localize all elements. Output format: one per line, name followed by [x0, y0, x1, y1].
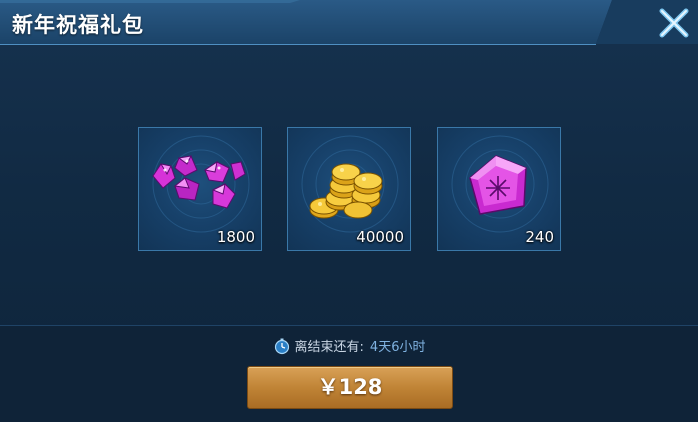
countdown-label: 离结束还有:	[294, 340, 364, 355]
stopwatch-icon	[274, 338, 289, 355]
dialog-header: 新年祝福礼包	[0, 0, 698, 48]
gift-pack-dialog: 新年祝福礼包 1800 40000 240 离结束还有: 4天6小时 ￥128	[0, 0, 698, 422]
buy-button[interactable]: ￥128	[247, 366, 453, 409]
item-quantity: 240	[525, 228, 554, 246]
reward-slot-crystal[interactable]: 240	[437, 127, 561, 251]
close-button[interactable]	[654, 4, 694, 44]
reward-slot-coins[interactable]: 40000	[287, 127, 411, 251]
reward-slot-gems[interactable]: 1800	[138, 127, 262, 251]
close-icon	[659, 8, 689, 38]
dialog-title: 新年祝福礼包	[12, 13, 144, 37]
item-quantity: 1800	[216, 228, 255, 246]
countdown: 离结束还有: 4天6小时	[0, 337, 698, 358]
item-quantity: 40000	[356, 228, 404, 246]
countdown-value: 4天6小时	[369, 340, 426, 355]
